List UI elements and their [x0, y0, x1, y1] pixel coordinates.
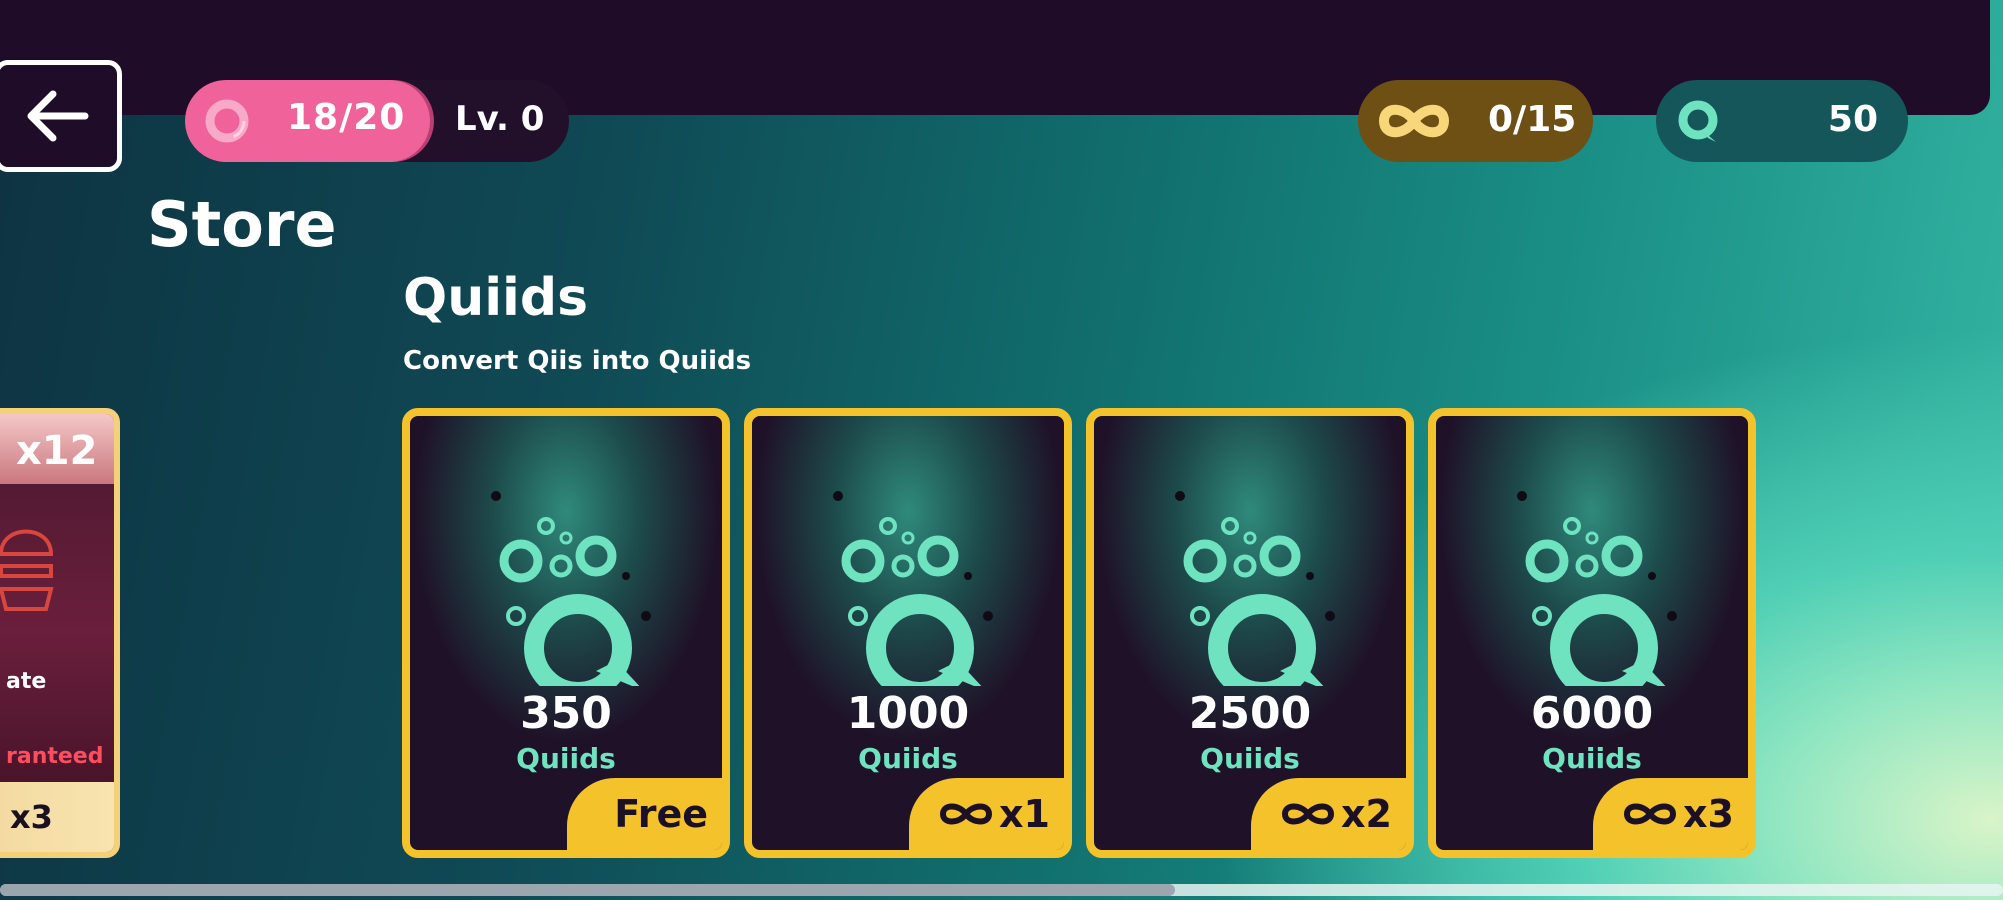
energy-ring-icon [205, 99, 249, 143]
offer-amount: 1000 [846, 688, 970, 739]
infinity-key-icon [1282, 803, 1335, 825]
coin-count: 50 [1827, 99, 1878, 140]
offer-amount: 6000 [1530, 688, 1654, 739]
offer-price[interactable]: x2 [1251, 778, 1406, 850]
quiid-offer-card[interactable]: 350 Quiids Free [402, 408, 730, 858]
offer-count: x12 [16, 428, 98, 474]
infinity-key-icon [1624, 803, 1677, 825]
energy-count: 18/20 [287, 97, 406, 138]
level-label: Lv. 0 [455, 99, 545, 139]
quiid-coin-icon [1678, 100, 1718, 142]
offer-note: ranteed [6, 744, 104, 769]
offer-price-label: x3 [10, 798, 53, 836]
offer-price[interactable]: x3 [1593, 778, 1748, 850]
infinity-key-icon [940, 803, 993, 825]
offer-price-label: Free [614, 792, 708, 836]
section-subtitle: Convert Qiis into Quiids [403, 346, 752, 376]
energy-pill[interactable]: 18/20 [185, 80, 430, 162]
quiid-offer-card[interactable]: 1000 Quiids x1 [744, 408, 1072, 858]
offer-price[interactable]: Free [567, 778, 722, 850]
offer-unit: Quiids [1542, 742, 1642, 775]
offer-price-label: x2 [1341, 792, 1392, 836]
quiid-bubbles-icon [1175, 491, 1335, 686]
scrollbar-thumb[interactable] [0, 884, 1175, 896]
offer-price[interactable]: x1 [909, 778, 1064, 850]
coin-pill[interactable]: 50 [1656, 80, 1908, 162]
burger-icon [0, 529, 54, 611]
quiid-offer-card[interactable]: 2500 Quiids x2 [1086, 408, 1414, 858]
quiid-offer-card[interactable]: 6000 Quiids x3 [1428, 408, 1756, 858]
page-title: Store [147, 188, 337, 261]
offer-price-label: x3 [1683, 792, 1734, 836]
offer-unit: Quiids [858, 742, 958, 775]
arrow-left-icon [27, 90, 89, 142]
keys-count: 0/15 [1488, 99, 1577, 140]
back-button[interactable] [0, 60, 122, 172]
offer-price-label: x1 [999, 792, 1050, 836]
infinity-key-icon [1379, 104, 1449, 138]
offer-amount: 350 [520, 688, 612, 739]
offer-price: x3 [0, 782, 114, 852]
offer-unit: Quiids [1200, 742, 1300, 775]
offer-label: ate [6, 669, 47, 694]
section-title: Quiids [403, 268, 589, 328]
offer-amount: 2500 [1188, 688, 1312, 739]
offer-unit: Quiids [516, 742, 616, 775]
quiid-bubbles-icon [491, 491, 651, 686]
offer-badge: x12 [0, 414, 114, 484]
previous-offer-card[interactable]: x12 ate ranteed x3 [0, 408, 120, 858]
quiid-bubbles-icon [833, 491, 993, 686]
quiid-bubbles-icon [1517, 491, 1677, 686]
keys-pill[interactable]: 0/15 [1358, 80, 1593, 162]
level-indicator: 18/20 Lv. 0 [185, 80, 569, 162]
